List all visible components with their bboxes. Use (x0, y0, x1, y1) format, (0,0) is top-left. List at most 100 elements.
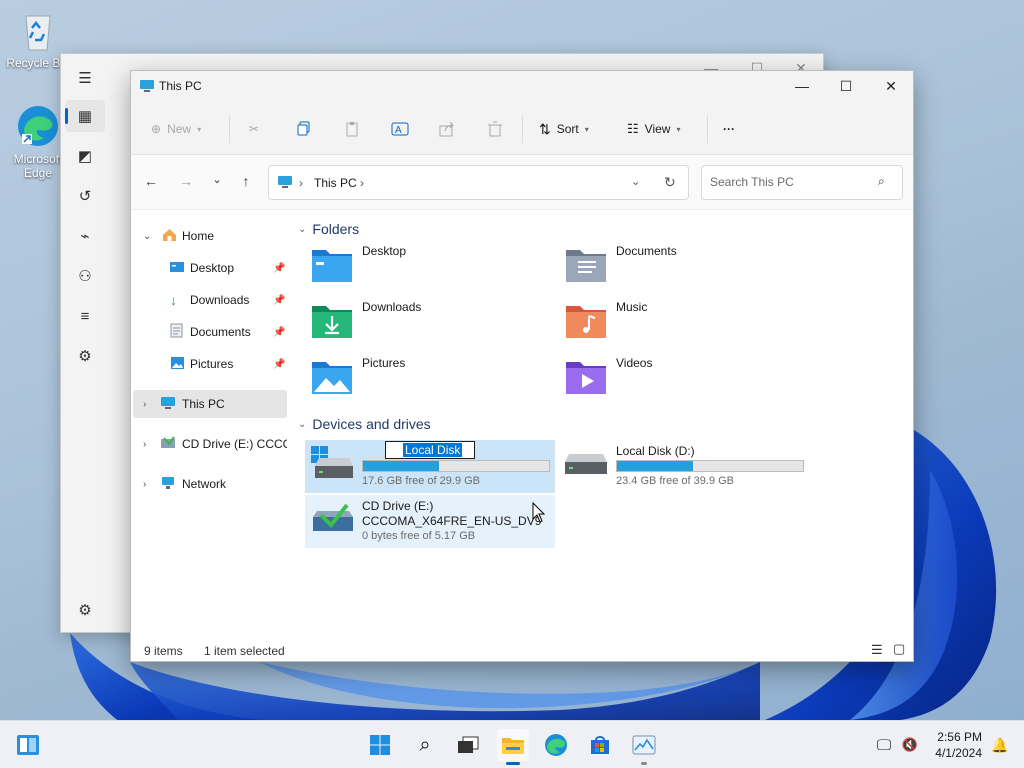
processes-icon[interactable]: ▦ (65, 100, 105, 132)
edge-taskbar-button[interactable] (540, 729, 572, 761)
nav-downloads[interactable]: ↓ Downloads 📌 (133, 286, 287, 314)
view-button[interactable]: ☷ View ▾ (627, 115, 680, 143)
minimize-button[interactable]: — (779, 71, 825, 101)
folder-videos[interactable]: Videos (560, 350, 810, 402)
details-view-icon[interactable]: ☰ (871, 642, 883, 658)
nav-documents[interactable]: Documents 📌 (133, 318, 287, 346)
tiles-view-icon[interactable]: ▢ (893, 641, 905, 657)
address-dropdown-icon[interactable]: ⌄ (631, 175, 640, 188)
details-icon[interactable]: ≡ (65, 300, 105, 332)
copy-icon (297, 121, 310, 136)
folders-section-header[interactable]: ⌄ Folders (298, 221, 359, 237)
clock-date: 4/1/2024 (935, 746, 982, 760)
back-button[interactable]: ← (141, 173, 161, 189)
pin-icon[interactable]: 📌 (273, 327, 285, 338)
more-options-button[interactable]: ··· (723, 115, 735, 143)
copy-button[interactable] (296, 115, 312, 143)
performance-icon[interactable]: ◩ (65, 140, 105, 172)
notifications-button[interactable]: 🔔 (984, 729, 1016, 761)
maximize-button[interactable]: ☐ (823, 71, 869, 101)
this-pc-icon (139, 78, 155, 97)
search-icon[interactable]: ⌕ (878, 174, 885, 189)
breadcrumb-chevron-icon[interactable]: › (360, 176, 364, 190)
folder-documents[interactable]: Documents (560, 238, 810, 290)
task-manager-taskbar-button[interactable] (628, 729, 660, 765)
drive-d-usage-fill (617, 461, 694, 471)
file-explorer-taskbar-button[interactable] (497, 729, 529, 765)
nav-home[interactable]: ⌄ Home (133, 222, 287, 250)
nav-cd-drive[interactable]: › CD Drive (E:) CCCOMA_X64FRE_EN-US_DV9 (133, 430, 287, 458)
widgets-button[interactable] (12, 729, 44, 761)
chevron-down-icon[interactable]: ⌄ (143, 231, 151, 242)
nav-desktop[interactable]: Desktop 📌 (133, 254, 287, 282)
rename-input[interactable]: Local Disk (385, 441, 475, 459)
background-nav-rail: ☰ ▦ ◩ ↺ ⌁ ⚇ ≡ ⚙ ⚙ (61, 54, 109, 632)
search-button[interactable]: ⌕ (409, 729, 441, 761)
devices-section-header[interactable]: ⌄ Devices and drives (298, 416, 431, 432)
download-icon: ↓ (170, 292, 177, 308)
nav-network[interactable]: › Network (133, 470, 287, 498)
chevron-right-icon[interactable]: › (143, 479, 146, 490)
clock-time: 2:56 PM (937, 730, 982, 744)
startup-icon[interactable]: ⌁ (65, 220, 105, 252)
title-bar[interactable]: This PC — ☐ ✕ (131, 71, 913, 103)
item-count: 9 items (144, 644, 183, 658)
nav-this-pc[interactable]: › This PC (133, 390, 287, 418)
settings-icon[interactable]: ⚙ (65, 594, 105, 626)
services-icon[interactable]: ⚙ (65, 340, 105, 372)
pin-icon[interactable]: 📌 (273, 359, 285, 370)
pin-icon[interactable]: 📌 (273, 263, 285, 274)
drive-e[interactable]: CD Drive (E:) CCCOMA_X64FRE_EN-US_DV9 0 … (305, 495, 555, 548)
drive-d-usage-bar (616, 460, 804, 472)
command-bar: ⊕ New ▾ ✂ A ⇅ Sort ▾ ☷ View ▾ ··· (131, 103, 913, 155)
recent-locations-button[interactable]: ⌄ (207, 173, 227, 186)
share-button[interactable] (439, 115, 455, 143)
clock[interactable]: 2:56 PM 4/1/2024 (935, 729, 982, 761)
search-box[interactable]: ⌕ (701, 165, 903, 200)
file-explorer-icon (502, 738, 524, 754)
delete-button[interactable] (487, 115, 503, 143)
task-view-icon (458, 736, 479, 753)
drive-c[interactable]: Local Disk 17.6 GB free of 29.9 GB (305, 440, 555, 493)
forward-button[interactable]: → (176, 173, 196, 189)
users-icon[interactable]: ⚇ (65, 260, 105, 292)
chevron-right-icon[interactable]: › (143, 439, 146, 450)
cut-button[interactable]: ✂ (249, 115, 259, 143)
this-pc-icon (277, 175, 293, 193)
pictures-icon (170, 356, 185, 373)
chevron-down-icon: ⌄ (298, 223, 307, 235)
refresh-icon[interactable]: ↻ (664, 174, 676, 191)
close-button[interactable]: ✕ (868, 71, 914, 101)
search-input[interactable] (710, 175, 870, 189)
store-icon (591, 736, 609, 754)
drive-c-usage-bar (362, 460, 550, 472)
address-bar[interactable]: › This PC › ⌄ ↻ (268, 165, 689, 200)
pin-icon[interactable]: 📌 (273, 295, 285, 306)
search-icon: ⌕ (419, 733, 431, 756)
folder-music[interactable]: Music (560, 294, 810, 346)
scissors-icon: ✂ (249, 122, 260, 136)
drive-d[interactable]: Local Disk (D:) 23.4 GB free of 39.9 GB (559, 440, 809, 493)
hamburger-icon[interactable]: ☰ (65, 62, 105, 94)
breadcrumb-this-pc[interactable]: This PC (314, 176, 357, 190)
folder-desktop[interactable]: Desktop (306, 238, 556, 290)
task-view-button[interactable] (452, 729, 484, 761)
cd-drive-icon (160, 435, 176, 453)
up-button[interactable]: ↑ (236, 173, 256, 189)
volume-button[interactable]: 🔇 (894, 729, 926, 761)
folder-downloads[interactable]: Downloads (306, 294, 556, 346)
chevron-right-icon[interactable]: › (143, 399, 146, 410)
view-icon: ☷ (627, 121, 639, 136)
file-explorer-window[interactable]: This PC — ☐ ✕ ⊕ New ▾ ✂ A ⇅ Sort ▾ ☷ Vie… (130, 70, 914, 662)
nav-pictures[interactable]: Pictures 📌 (133, 350, 287, 378)
new-button[interactable]: ⊕ New ▾ (151, 115, 201, 143)
paste-button[interactable] (344, 115, 360, 143)
rename-button[interactable]: A (391, 115, 409, 143)
start-button[interactable] (364, 729, 396, 761)
folder-pictures[interactable]: Pictures (306, 350, 556, 402)
sort-button[interactable]: ⇅ Sort ▾ (539, 115, 589, 143)
rename-icon: A (391, 122, 409, 136)
network-status-icon: 🖵 (876, 736, 892, 754)
history-icon[interactable]: ↺ (65, 180, 105, 212)
store-taskbar-button[interactable] (584, 729, 616, 761)
